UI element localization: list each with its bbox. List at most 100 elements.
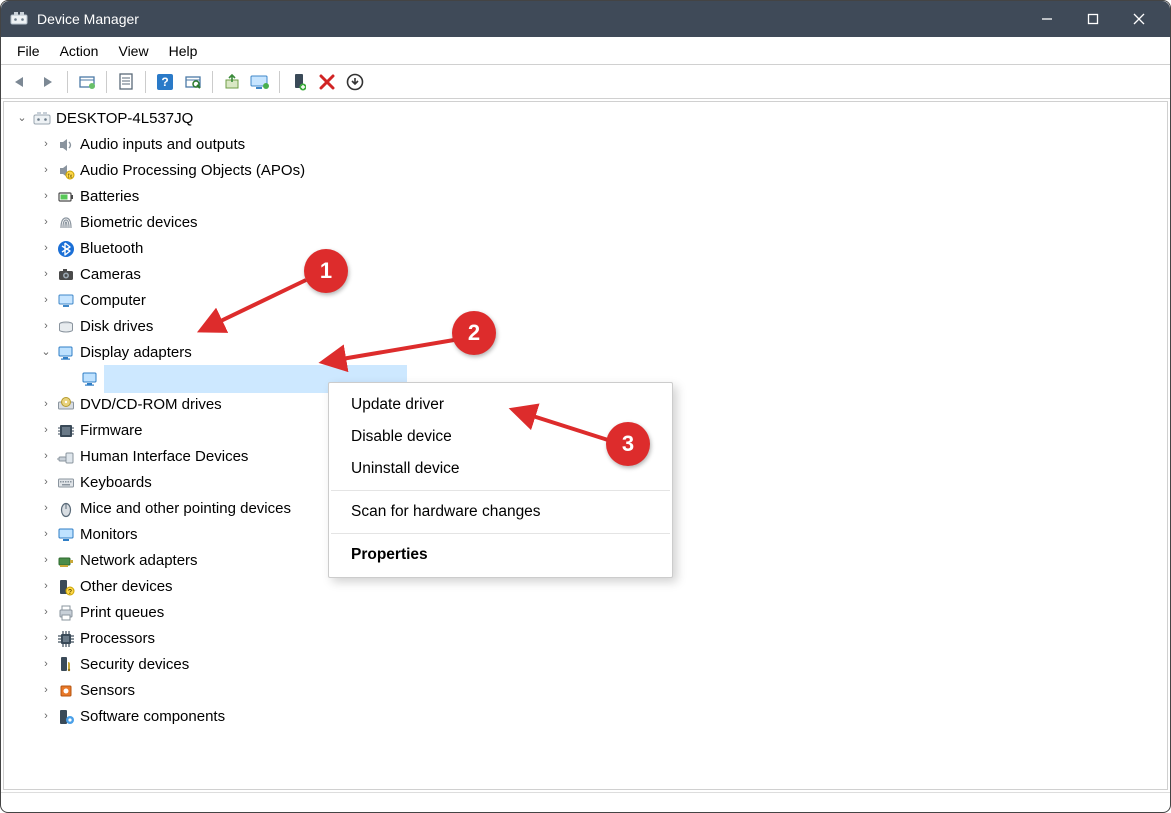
display-adapter-icon [80,369,100,389]
disable-device-button[interactable] [314,69,340,95]
chevron-down-icon[interactable]: ⌄ [14,110,30,127]
forward-button[interactable] [35,69,61,95]
chevron-right-icon[interactable]: › [38,630,54,647]
chevron-right-icon[interactable]: › [38,292,54,309]
ctx-properties[interactable]: Properties [329,539,672,571]
chevron-right-icon[interactable]: › [38,708,54,725]
tree-node-label: Keyboards [80,471,152,494]
close-button[interactable] [1116,1,1162,37]
tree-node-biometric-devices[interactable]: ›Biometric devices [8,210,1167,236]
chevron-right-icon[interactable]: › [38,526,54,543]
chevron-right-icon[interactable]: › [38,474,54,491]
tree-node-processors[interactable]: › Processors [8,626,1167,652]
ctx-separator [331,490,670,491]
chevron-right-icon[interactable]: › [38,552,54,569]
chevron-right-icon[interactable]: › [38,318,54,335]
back-button[interactable] [7,69,33,95]
svg-text:?: ? [161,75,168,89]
properties-button[interactable] [113,69,139,95]
other-device-icon: ? [56,577,76,597]
chevron-down-icon[interactable]: ⌄ [38,344,54,361]
chevron-right-icon[interactable]: › [38,422,54,439]
tree-node-sensors[interactable]: › Sensors [8,678,1167,704]
chevron-right-icon[interactable]: › [38,214,54,231]
menu-view[interactable]: View [108,40,158,62]
monitor-icon [56,525,76,545]
menu-action[interactable]: Action [50,40,109,62]
sensor-icon [56,681,76,701]
tree-node-print-queues[interactable]: › Print queues [8,600,1167,626]
display-adapter-icon [56,343,76,363]
tree-node-label: Other devices [80,575,173,598]
window-title: Device Manager [37,11,139,27]
bluetooth-icon [56,239,76,259]
tree-node-disk-drives[interactable]: ›Disk drives [8,314,1167,340]
toolbar-separator [67,71,68,93]
chevron-right-icon[interactable]: › [38,500,54,517]
scan-hardware-button[interactable] [180,69,206,95]
chevron-right-icon[interactable]: › [38,604,54,621]
tree-node-label: Audio inputs and outputs [80,133,245,156]
chevron-right-icon[interactable]: › [38,162,54,179]
chevron-right-icon[interactable]: › [38,578,54,595]
tree-node-security-devices[interactable]: › Security devices [8,652,1167,678]
chevron-right-icon[interactable]: › [38,136,54,153]
chevron-right-icon[interactable]: › [38,240,54,257]
tree-node-label: Mice and other pointing devices [80,497,291,520]
software-component-icon [56,707,76,727]
chevron-right-icon[interactable]: › [38,448,54,465]
show-hidden-button[interactable] [74,69,100,95]
computer-root-icon [32,109,52,129]
window-titlebar: Device Manager [1,1,1170,37]
tree-node-cameras[interactable]: ›Cameras [8,262,1167,288]
toolbar-separator [145,71,146,93]
firmware-icon [56,421,76,441]
tree-node-audio-processing-objects-apos[interactable]: ›fxAudio Processing Objects (APOs) [8,158,1167,184]
computer-icon [56,291,76,311]
app-icon [9,9,29,29]
tree-node-computer[interactable]: ›Computer [8,288,1167,314]
tree-node-label: Print queues [80,601,164,624]
status-bar [1,792,1170,812]
tree-node-label: DESKTOP-4L537JQ [56,107,193,130]
chevron-right-icon[interactable]: › [38,396,54,413]
menu-help[interactable]: Help [159,40,208,62]
tree-node-label: Network adapters [80,549,198,572]
update-driver-button[interactable] [219,69,245,95]
tree-root[interactable]: ⌄ DESKTOP-4L537JQ [8,106,1167,132]
annotation-badge-1: 1 [304,249,348,293]
toolbar: ? [1,65,1170,99]
toolbar-separator [279,71,280,93]
speaker-fx-icon: fx [56,161,76,181]
tree-node-batteries[interactable]: ›Batteries [8,184,1167,210]
tree-node-label: Monitors [80,523,138,546]
ctx-separator [331,533,670,534]
tree-node-bluetooth[interactable]: ›Bluetooth [8,236,1167,262]
tree-node-label: Processors [80,627,155,650]
toolbar-separator [212,71,213,93]
tree-node-label: Sensors [80,679,135,702]
menu-file[interactable]: File [7,40,50,62]
tree-node-label: Security devices [80,653,189,676]
tree-node-label: Human Interface Devices [80,445,248,468]
tree-node-software-components[interactable]: ›Software components [8,704,1167,730]
context-menu: Update driver Disable device Uninstall d… [328,382,673,578]
maximize-button[interactable] [1070,1,1116,37]
chevron-right-icon[interactable]: › [38,656,54,673]
svg-text:fx: fx [68,174,73,180]
tree-node-audio-inputs-and-outputs[interactable]: › Audio inputs and outputs [8,132,1167,158]
tree-node-display-adapters[interactable]: ⌄Display adapters [8,340,1167,366]
chevron-right-icon[interactable]: › [38,188,54,205]
ctx-scan-hardware[interactable]: Scan for hardware changes [329,496,672,528]
ctx-update-driver[interactable]: Update driver [329,389,672,421]
enable-device-button[interactable] [286,69,312,95]
help-button[interactable]: ? [152,69,178,95]
fingerprint-icon [56,213,76,233]
menu-bar: File Action View Help [1,37,1170,65]
battery-icon [56,187,76,207]
remote-monitor-button[interactable] [247,69,273,95]
chevron-right-icon[interactable]: › [38,266,54,283]
uninstall-device-button[interactable] [342,69,368,95]
minimize-button[interactable] [1024,1,1070,37]
chevron-right-icon[interactable]: › [38,682,54,699]
